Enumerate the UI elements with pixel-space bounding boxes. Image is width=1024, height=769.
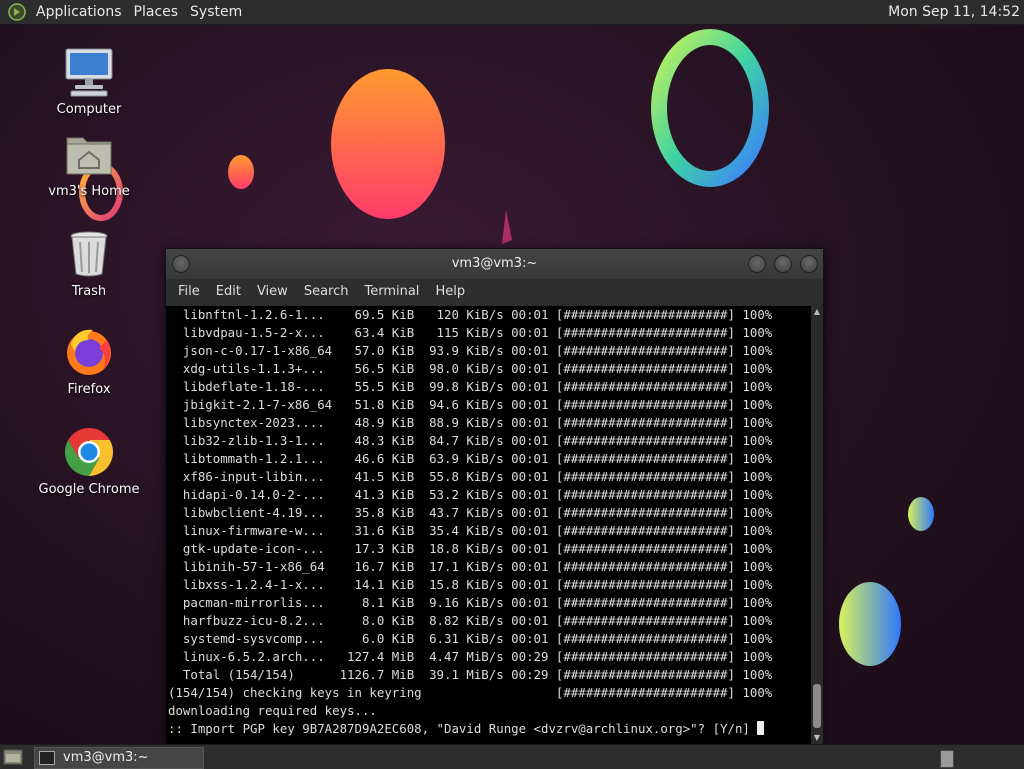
terminal-line: gtk-update-icon-... 17.3 KiB 18.8 KiB/s …: [168, 541, 773, 556]
top-panel: Applications Places System Mon Sep 11, 1…: [0, 0, 1024, 25]
close-button[interactable]: [800, 255, 818, 273]
terminal-line: libwbclient-4.19... 35.8 KiB 43.7 KiB/s …: [168, 505, 773, 520]
computer-icon: [63, 46, 115, 98]
menu-edit[interactable]: Edit: [208, 279, 249, 305]
desktop-icon-chrome[interactable]: Google Chrome: [34, 426, 144, 497]
terminal-line: pacman-mirrorlis... 8.1 KiB 9.16 KiB/s 0…: [168, 595, 773, 610]
text-cursor: [757, 721, 765, 735]
window-title: vm3@vm3:~: [451, 256, 538, 271]
trash-icon: [63, 228, 115, 280]
terminal-line: xf86-input-libin... 41.5 KiB 55.8 KiB/s …: [168, 469, 773, 484]
terminal-line: lib32-zlib-1.3-1... 48.3 KiB 84.7 KiB/s …: [168, 433, 773, 448]
terminal-line: json-c-0.17-1-x86_64 57.0 KiB 93.9 KiB/s…: [168, 343, 773, 358]
firefox-icon: [63, 326, 115, 378]
terminal-line: jbigkit-2.1-7-x86_64 51.8 KiB 94.6 KiB/s…: [168, 397, 773, 412]
terminal-line: (154/154) checking keys in keyring [####…: [168, 685, 773, 700]
clock[interactable]: Mon Sep 11, 14:52: [888, 4, 1024, 20]
bottom-panel: vm3@vm3:~: [0, 744, 1024, 769]
terminal-line: libtommath-1.2.1... 46.6 KiB 63.9 KiB/s …: [168, 451, 773, 466]
workspace-switcher[interactable]: [940, 750, 954, 768]
system-menu[interactable]: System: [184, 0, 248, 24]
scroll-up-icon[interactable]: ▲: [811, 306, 823, 318]
desktop-icon-label: Firefox: [67, 382, 111, 397]
desktop-icon-computer[interactable]: Computer: [34, 46, 144, 117]
terminal-line: hidapi-0.14.0-2-... 41.3 KiB 53.2 KiB/s …: [168, 487, 773, 502]
pgp-import-prompt: :: Import PGP key 9B7A287D9A2EC608, "Dav…: [168, 721, 758, 736]
scrollbar-thumb[interactable]: [813, 684, 821, 728]
terminal-line: libinih-57-1-x86_64 16.7 KiB 17.1 KiB/s …: [168, 559, 773, 574]
desktop-icon-label: Computer: [56, 102, 122, 117]
terminal-output[interactable]: libnftnl-1.2.6-1... 69.5 KiB 120 KiB/s 0…: [166, 306, 811, 744]
desktop-icon-firefox[interactable]: Firefox: [34, 326, 144, 397]
applications-menu[interactable]: Applications: [30, 0, 128, 24]
taskbar-item-label: vm3@vm3:~: [63, 750, 149, 765]
desktop-icon-label: Trash: [71, 284, 107, 299]
terminal-line: linux-firmware-w... 31.6 KiB 35.4 KiB/s …: [168, 523, 773, 538]
terminal-menubar: File Edit View Search Terminal Help: [166, 279, 823, 305]
home-folder-icon: [63, 128, 115, 180]
desktop-icon-label: Google Chrome: [38, 482, 140, 497]
window-titlebar[interactable]: vm3@vm3:~: [166, 249, 823, 279]
terminal-prompt-line[interactable]: :: Import PGP key 9B7A287D9A2EC608, "Dav…: [166, 720, 811, 738]
terminal-line: libsynctex-2023.... 48.9 KiB 88.9 KiB/s …: [168, 415, 773, 430]
desktop-icon-trash[interactable]: Trash: [34, 228, 144, 299]
chrome-icon: [63, 426, 115, 478]
terminal-line: libxss-1.2.4-1-x... 14.1 KiB 15.8 KiB/s …: [168, 577, 773, 592]
scroll-down-icon[interactable]: ▼: [811, 732, 823, 744]
terminal-line: libvdpau-1.5-2-x... 63.4 KiB 115 KiB/s 0…: [168, 325, 773, 340]
terminal-line: xdg-utils-1.1.3+... 56.5 KiB 98.0 KiB/s …: [168, 361, 773, 376]
terminal-window[interactable]: vm3@vm3:~ File Edit View Search Terminal…: [165, 248, 824, 746]
desktop-icon-label: vm3's Home: [48, 184, 130, 199]
show-desktop-icon[interactable]: [3, 749, 23, 765]
menu-file[interactable]: File: [170, 279, 208, 305]
terminal-line: systemd-sysvcomp... 6.0 KiB 6.31 KiB/s 0…: [168, 631, 773, 646]
terminal-line: harfbuzz-icu-8.2... 8.0 KiB 8.82 KiB/s 0…: [168, 613, 773, 628]
terminal-scrollbar[interactable]: ▲ ▼: [811, 306, 823, 744]
desktop-icon-home[interactable]: vm3's Home: [34, 128, 144, 199]
taskbar-item-terminal[interactable]: vm3@vm3:~: [34, 747, 204, 769]
menu-terminal[interactable]: Terminal: [356, 279, 427, 305]
terminal-line: Total (154/154) 1126.7 MiB 39.1 MiB/s 00…: [168, 667, 773, 682]
terminal-line: downloading required keys...: [168, 703, 377, 718]
menu-view[interactable]: View: [249, 279, 296, 305]
menu-search[interactable]: Search: [296, 279, 357, 305]
terminal-line: linux-6.5.2.arch... 127.4 MiB 4.47 MiB/s…: [168, 649, 773, 664]
minimize-button[interactable]: [748, 255, 766, 273]
places-menu[interactable]: Places: [128, 0, 185, 24]
maximize-button[interactable]: [774, 255, 792, 273]
terminal-line: libnftnl-1.2.6-1... 69.5 KiB 120 KiB/s 0…: [168, 307, 773, 322]
terminal-icon: [39, 751, 55, 765]
distro-logo-icon[interactable]: [8, 3, 26, 21]
menu-help[interactable]: Help: [427, 279, 473, 305]
terminal-line: libdeflate-1.18-... 55.5 KiB 99.8 KiB/s …: [168, 379, 773, 394]
